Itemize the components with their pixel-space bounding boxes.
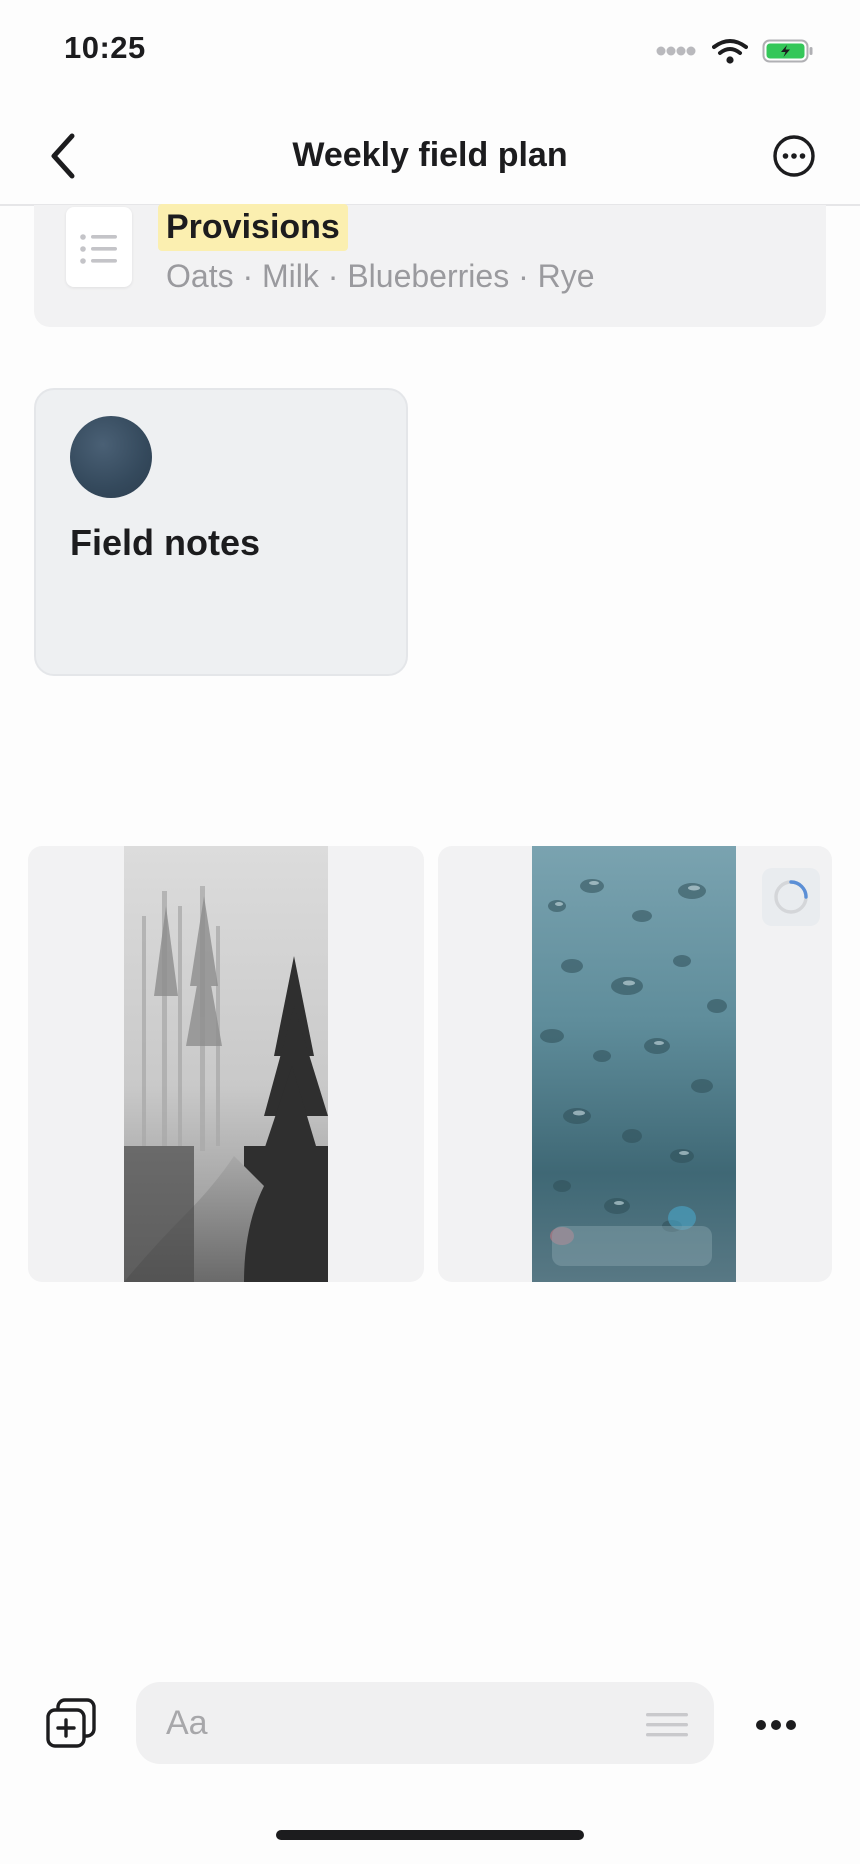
foggy-forest-photo[interactable] bbox=[124, 846, 328, 1282]
text-format-icon bbox=[646, 1713, 688, 1737]
home-indicator bbox=[276, 1830, 584, 1840]
provisions-items: Oats · Milk · Blueberries · Rye bbox=[166, 258, 595, 294]
loading-indicator bbox=[762, 868, 820, 926]
spinner-icon bbox=[774, 880, 808, 914]
add-block-button[interactable] bbox=[44, 1696, 98, 1750]
more-dots-icon bbox=[756, 1720, 796, 1730]
overflow-menu-button[interactable] bbox=[754, 1710, 798, 1740]
list-icon bbox=[80, 234, 117, 264]
battery-charging-icon bbox=[762, 39, 813, 63]
ellipsis-circle-icon bbox=[773, 135, 815, 177]
foggy-forest-image bbox=[124, 846, 328, 1282]
add-block-icon bbox=[46, 1698, 96, 1748]
provisions-title: Provisions bbox=[158, 204, 348, 251]
signal-icon bbox=[656, 46, 696, 56]
input-placeholder: Aa bbox=[166, 1704, 208, 1742]
page-title: Weekly field plan bbox=[292, 136, 568, 174]
field-notes-avatar bbox=[70, 416, 152, 498]
status-icons bbox=[656, 38, 814, 64]
list-icon-box bbox=[66, 207, 132, 287]
message-input[interactable] bbox=[136, 1682, 714, 1764]
field-notes-title: Field notes bbox=[70, 522, 261, 563]
status-time: 10:25 bbox=[64, 30, 146, 65]
raindrops-image bbox=[532, 846, 736, 1282]
wifi-icon bbox=[712, 39, 748, 64]
text-format-button[interactable] bbox=[646, 1710, 688, 1740]
more-options-button[interactable] bbox=[772, 134, 816, 178]
raindrops-window-photo[interactable] bbox=[532, 846, 736, 1282]
